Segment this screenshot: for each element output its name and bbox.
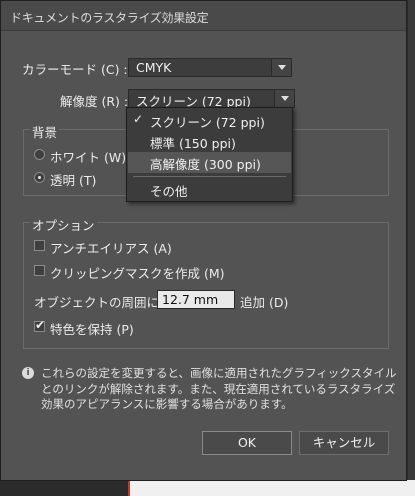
color-mode-value: CMYK [136,60,172,75]
preserve-spot-option[interactable]: ✔ 特色を保持 (P) [34,318,194,337]
resolution-dropdown-menu: ✓ スクリーン (72 ppi) 標準 (150 ppi) 高解像度 (300 … [126,107,293,202]
ok-button[interactable]: OK [202,431,292,455]
radio-transparent-button[interactable] [34,172,45,183]
menu-item-standard[interactable]: 標準 (150 ppi) [128,131,291,152]
radio-white-button[interactable] [34,149,45,160]
background-panel [408,0,415,496]
background-guide-line [128,480,130,496]
title-bar[interactable]: ドキュメントのラスタライズ効果設定 [1,1,406,31]
info-line: 効果のアピアランスに影響する場合があります。 [41,397,293,411]
chevron-down-icon [271,59,291,76]
padding-suffix: 追加 (D) [240,295,289,310]
color-mode-label: カラーモード (C) : [22,62,128,77]
menu-item-label: 高解像度 (300 ppi) [150,157,261,172]
background-canvas [130,480,415,496]
preserve-spot-checkbox[interactable]: ✔ [34,318,46,332]
info-icon: i [22,367,34,379]
color-mode-select[interactable]: CMYK [128,58,292,77]
menu-item-label: スクリーン (72 ppi) [150,115,265,130]
options-group-title: オプション [30,215,97,234]
antialias-option[interactable]: アンチエイリアス (A) [34,238,234,256]
clipping-mask-label: クリッピングマスクを作成 (M) [50,266,225,281]
menu-item-high[interactable]: 高解像度 (300 ppi) [128,152,291,173]
rasterize-settings-dialog: ドキュメントのラスタライズ効果設定 カラーモード (C) : CMYK 解像度 … [0,0,407,481]
padding-value: 12.7 mm [162,292,219,307]
menu-item-label: 標準 (150 ppi) [150,136,236,151]
antialias-checkbox[interactable] [34,240,45,251]
dialog-title: ドキュメントのラスタライズ効果設定 [10,11,209,25]
antialias-label: アンチエイリアス (A) [50,241,172,256]
radio-transparent-label: 透明 (T) [50,173,97,188]
background-group-title: 背景 [30,122,60,141]
chevron-down-icon [274,90,294,107]
radio-transparent[interactable]: 透明 (T) [34,170,134,188]
checkmark-icon: ✓ [133,112,144,126]
clipping-mask-option[interactable]: クリッピングマスクを作成 (M) [34,263,254,281]
cancel-button[interactable]: キャンセル [299,431,389,455]
padding-label: オブジェクトの周囲に [34,295,160,310]
info-line: これらの設定を変更すると、画像に適用されたグラフィックスタイル [41,366,397,380]
menu-item-other[interactable]: その他 [128,179,291,200]
menu-separator [133,176,286,177]
resolution-select[interactable]: スクリーン (72 ppi) [128,89,295,109]
radio-white-label: ホワイト (W) [50,150,127,165]
resolution-label: 解像度 (R) : [60,94,129,109]
info-line: とのリンクが解除されます。また、現在適用されているラスタライズ [41,381,396,396]
checkmark-icon: ✔ [35,318,46,332]
menu-item-label: その他 [150,184,188,199]
menu-item-screen[interactable]: ✓ スクリーン (72 ppi) [128,110,291,131]
clipping-mask-checkbox[interactable] [34,265,45,276]
radio-white[interactable]: ホワイト (W) [34,147,134,165]
padding-input[interactable]: 12.7 mm [157,290,235,309]
info-message: これらの設定を変更すると、画像に適用されたグラフィックスタイル とのリンクが解除… [41,366,397,413]
preserve-spot-label: 特色を保持 (P) [50,322,134,337]
